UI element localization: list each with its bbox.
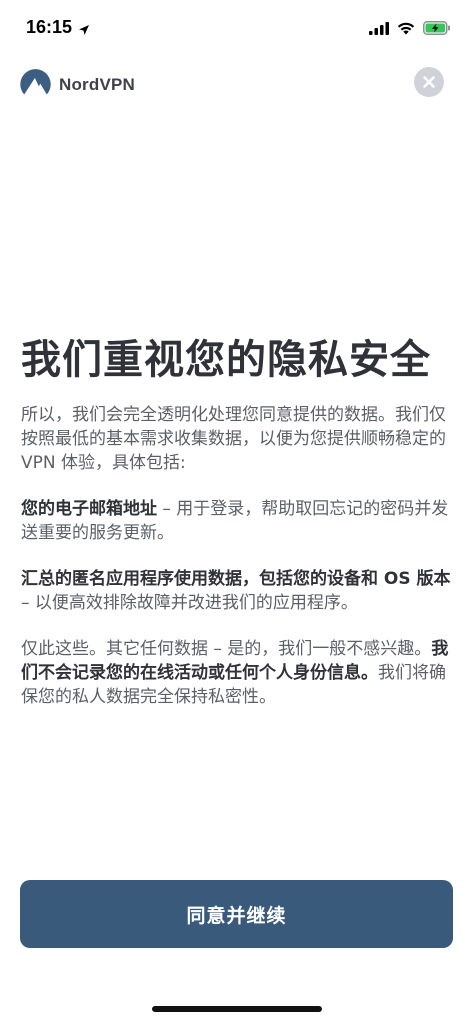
app-name: NordVPN (59, 74, 136, 94)
close-button[interactable] (414, 67, 444, 97)
wifi-icon (397, 20, 415, 39)
nordvpn-mountain-icon (20, 69, 51, 100)
agree-continue-button[interactable]: 同意并继续 (20, 880, 453, 948)
location-arrow-icon (78, 21, 90, 40)
close-icon (423, 73, 435, 92)
app-header: NordVPN (0, 66, 473, 106)
battery-charging-icon (423, 20, 451, 39)
signal-icon (369, 20, 389, 39)
email-paragraph: 您的电子邮箱地址 – 用于登录，帮助取回忘记的密码并发送重要的服务更新。 (21, 497, 453, 545)
page-title: 我们重视您的隐私安全 (21, 337, 431, 383)
closing-start: 仅此这些。其它任何数据 – 是的，我们一般不感兴趣。 (21, 639, 432, 659)
status-icons (369, 20, 451, 39)
status-time: 16:15 (26, 17, 73, 37)
home-indicator (152, 1006, 322, 1012)
privacy-content: 我们重视您的隐私安全 所以，我们会完全透明化处理您同意提供的数据。我们仅按照最低… (21, 335, 453, 709)
usage-heading: 汇总的匿名应用程序使用数据，包括您的设备和 OS 版本 (21, 569, 451, 589)
status-bar: 16:15 (0, 0, 473, 58)
usage-description: – 以便高效排除故障并改进我们的应用程序。 (21, 593, 358, 613)
intro-paragraph: 所以，我们会完全透明化处理您同意提供的数据。我们仅按照最低的基本需求收集数据，以… (21, 405, 446, 473)
usage-paragraph: 汇总的匿名应用程序使用数据，包括您的设备和 OS 版本 – 以便高效排除故障并改… (21, 567, 453, 615)
closing-paragraph: 仅此这些。其它任何数据 – 是的，我们一般不感兴趣。我们不会记录您的在线活动或任… (21, 637, 453, 709)
nordvpn-logo: NordVPN (20, 69, 135, 100)
email-heading: 您的电子邮箱地址 (21, 499, 157, 519)
